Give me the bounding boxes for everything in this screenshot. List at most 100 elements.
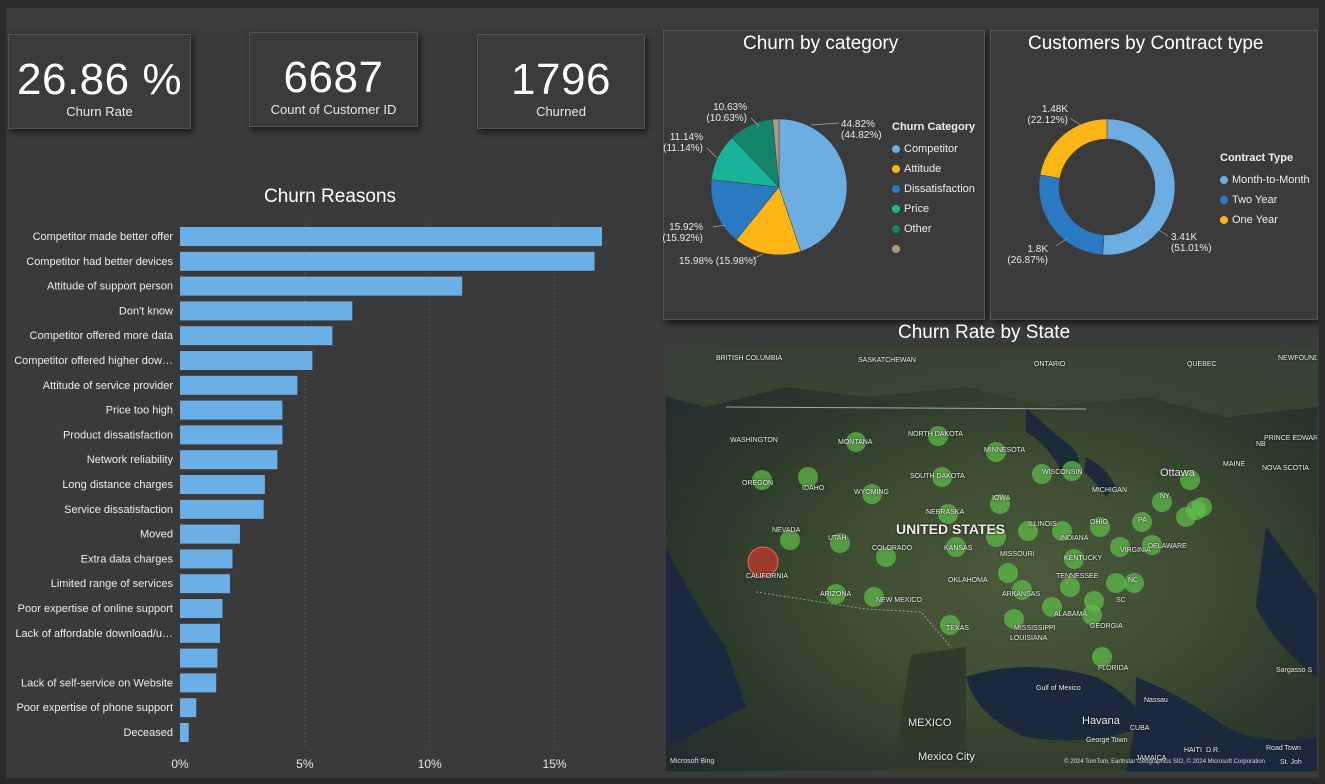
legend-item[interactable]: Price xyxy=(892,199,975,219)
state-bubble[interactable] xyxy=(1084,591,1104,611)
category-label: Limited range of services xyxy=(51,578,174,590)
bar[interactable] xyxy=(180,475,265,494)
bar[interactable] xyxy=(180,499,264,519)
legend-label: Month-to-Month xyxy=(1232,174,1310,186)
churn-reasons-chart[interactable]: 0% 5% 10% 15% Competitor made better offer Co… xyxy=(8,210,648,775)
kpi-churned[interactable]: 1796 Churned xyxy=(477,34,645,129)
state-bubble[interactable] xyxy=(998,563,1018,583)
data-label: 44.82% xyxy=(841,119,875,130)
kpi-customer-count[interactable]: 6687 Count of Customer ID xyxy=(249,32,418,127)
map-place-label: VIRGINIA xyxy=(1120,547,1151,554)
bar[interactable] xyxy=(180,276,463,296)
bar[interactable] xyxy=(180,227,603,246)
bar[interactable] xyxy=(180,698,197,718)
map-place-label: HAITI xyxy=(1184,747,1202,754)
map-place-label: Ottawa xyxy=(1160,467,1195,479)
category-label: Lack of affordable download/u… xyxy=(15,628,173,640)
churn-map[interactable]: BRITISH COLUMBIA SASKATCHEWAN ONTARIO QUEBE… xyxy=(666,347,1317,771)
bar[interactable] xyxy=(180,673,217,693)
bar[interactable] xyxy=(180,574,230,594)
map-place-label: IOWA xyxy=(992,495,1011,502)
map-place-label: NEBRASKA xyxy=(926,509,965,516)
legend-swatch xyxy=(892,145,900,153)
slice[interactable] xyxy=(1102,118,1176,256)
category-label: Long distance charges xyxy=(62,479,173,491)
leader-line xyxy=(810,122,840,126)
map-place-label: MINNESOTA xyxy=(984,447,1026,454)
map-place-label: OHIO xyxy=(1090,519,1108,526)
map-place-label: ARKANSAS xyxy=(1002,591,1041,598)
legend-item[interactable]: Dissatisfaction xyxy=(892,179,975,199)
category-label: Competitor had better devices xyxy=(26,256,173,268)
data-label: (22.12%) xyxy=(1027,115,1068,126)
category-label: Extra data charges xyxy=(81,553,174,565)
data-label: 1.48K xyxy=(1042,104,1068,115)
bar[interactable] xyxy=(180,425,283,445)
bar[interactable] xyxy=(180,450,278,470)
churn-category-legend: Churn Category Competitor Attitude Dissati… xyxy=(892,121,975,259)
map-place-label: ALABAMA xyxy=(1054,611,1088,618)
data-label: (15.92%) xyxy=(663,233,703,244)
bar[interactable] xyxy=(180,623,220,643)
legend-item[interactable]: Other xyxy=(892,219,975,239)
state-bubble[interactable] xyxy=(1106,573,1126,593)
map-place-label: MEXICO xyxy=(908,717,952,729)
map-place-label: Nassau xyxy=(1144,697,1168,704)
slice[interactable] xyxy=(1039,118,1108,179)
bar[interactable] xyxy=(180,326,333,346)
data-label: 3.41K xyxy=(1171,232,1197,243)
leader-line xyxy=(1055,237,1069,247)
state-bubble[interactable] xyxy=(1192,497,1212,517)
legend-label: Price xyxy=(904,203,930,215)
map-place-label: NEW MEXICO xyxy=(876,597,922,604)
bar[interactable] xyxy=(180,723,189,742)
bar[interactable] xyxy=(180,599,223,618)
bar[interactable] xyxy=(180,251,595,271)
category-label: Competitor offered more data xyxy=(30,330,174,342)
legend-item[interactable]: Competitor xyxy=(892,139,975,159)
bar[interactable] xyxy=(180,549,233,569)
bar[interactable] xyxy=(180,351,313,370)
legend-item[interactable]: Two Year xyxy=(1220,190,1310,210)
bar[interactable] xyxy=(180,524,240,544)
bar[interactable] xyxy=(180,648,218,668)
x-tick-label: 10% xyxy=(418,757,442,771)
category-label: Network reliability xyxy=(87,454,174,466)
map-place-label: OKLAHOMA xyxy=(948,577,988,584)
map-place-label: D.R. xyxy=(1206,747,1220,754)
map-place-label: UTAH xyxy=(828,535,847,542)
state-bubble[interactable] xyxy=(1060,577,1080,597)
category-label: Service dissatisfaction xyxy=(64,504,173,516)
slice[interactable] xyxy=(1038,174,1105,256)
x-tick-label: 5% xyxy=(296,757,314,771)
data-label: 11.14% xyxy=(670,132,703,143)
legend-item[interactable]: One Year xyxy=(1220,210,1310,230)
bing-logo: Microsoft Bing xyxy=(670,758,715,765)
churn-category-panel[interactable]: Churn by category 44.82% (44.82%) 15.98% (… xyxy=(663,30,985,320)
data-label: 1.8K xyxy=(1027,244,1048,255)
legend-item[interactable]: Attitude xyxy=(892,159,975,179)
churn-reasons-svg: 0% 5% 10% 15% Competitor made better offer Co… xyxy=(14,220,603,771)
legend-swatch xyxy=(1220,176,1228,184)
map-place-label: OREGON xyxy=(742,480,774,487)
map-place-label: MISSISSIPPI xyxy=(1014,625,1056,632)
legend-label: One Year xyxy=(1232,214,1278,226)
map-place-label: TENNESSEE xyxy=(1056,573,1099,580)
map-place-label: LOUISIANA xyxy=(1010,635,1048,642)
state-bubble[interactable] xyxy=(798,467,818,487)
bar[interactable] xyxy=(180,400,283,420)
data-label: (26.87%) xyxy=(1007,255,1048,266)
map-place-label: NOVA SCOTIA xyxy=(1262,465,1309,472)
bar[interactable] xyxy=(180,301,353,321)
state-bubble[interactable] xyxy=(1092,647,1112,667)
map-place-label: George Town xyxy=(1086,737,1128,744)
map-bubbles xyxy=(747,426,1212,667)
bar[interactable] xyxy=(180,375,298,395)
legend-item[interactable] xyxy=(892,239,975,259)
legend-label: Other xyxy=(904,223,932,235)
legend-item[interactable]: Month-to-Month xyxy=(1220,170,1310,190)
legend-label: Dissatisfaction xyxy=(904,183,975,195)
legend-swatch xyxy=(1220,216,1228,224)
contract-type-panel[interactable]: Customers by Contract type 3.41K (51.01%)… xyxy=(990,30,1318,320)
kpi-churn-rate[interactable]: 26.86 % Churn Rate xyxy=(8,34,191,129)
